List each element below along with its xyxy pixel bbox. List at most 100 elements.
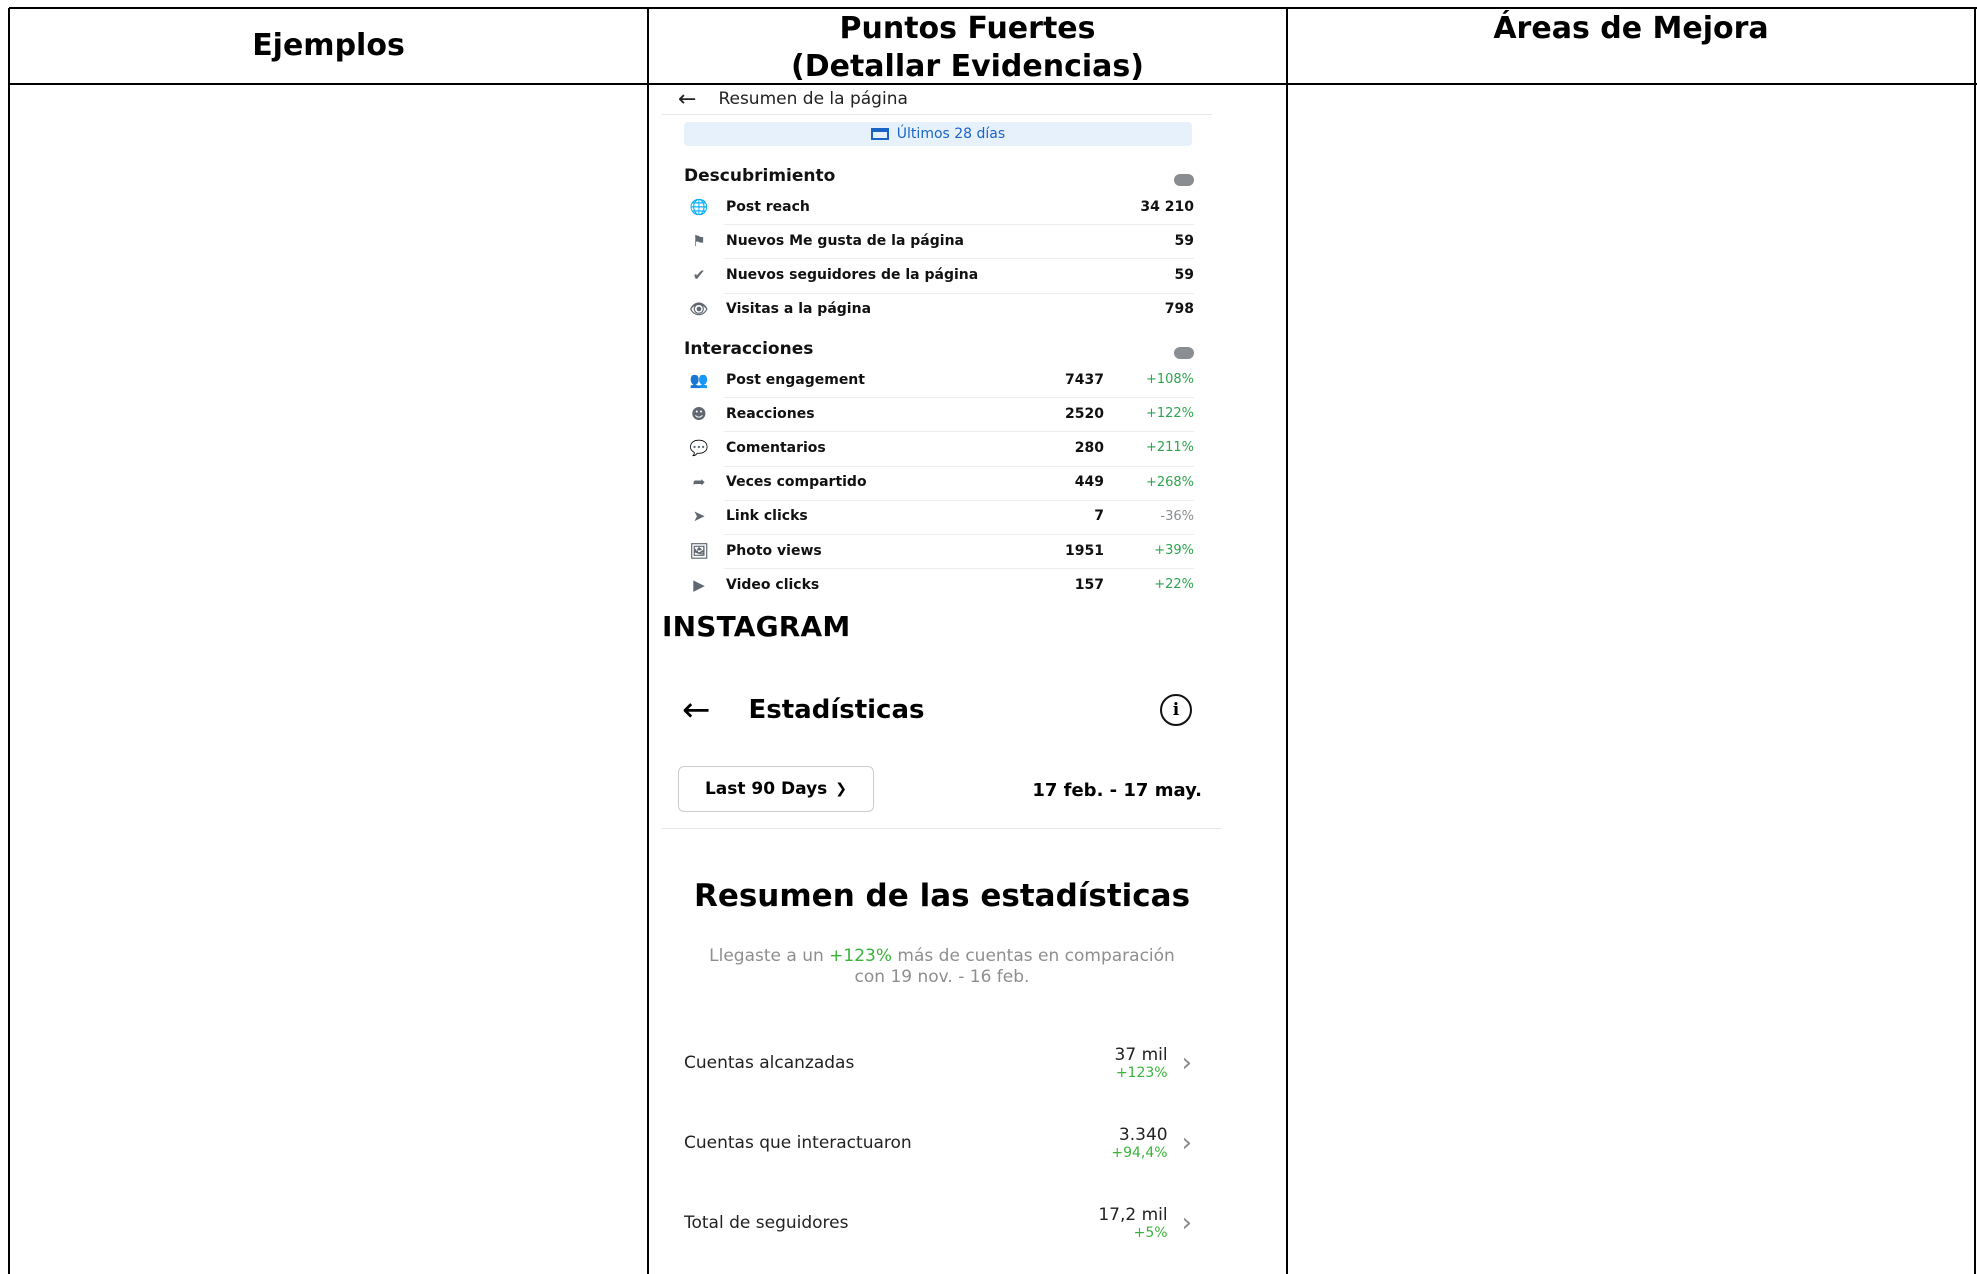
stat-change: +94,4% <box>1111 1145 1168 1161</box>
metric-value: 449 <box>1074 474 1104 491</box>
metric-label: Post engagement <box>726 371 865 388</box>
row-divider <box>724 534 1194 535</box>
metric-label: Veces compartido <box>726 474 867 491</box>
back-arrow-icon[interactable]: ← <box>678 87 696 112</box>
metric-row[interactable]: ☻ Reacciones 2520 +122% <box>684 397 1194 430</box>
chevron-right-icon[interactable]: › <box>1182 1048 1192 1078</box>
summary-pre: Llegaste a un <box>709 946 830 966</box>
metric-value: 7437 <box>1065 371 1104 388</box>
stat-change: +123% <box>1115 1065 1168 1081</box>
metric-label: Post reach <box>726 198 810 215</box>
stat-values: 37 mil +123% <box>1115 1045 1168 1081</box>
row-divider <box>724 465 1194 467</box>
comment-icon: 💬 <box>689 438 709 457</box>
column-divider-2 <box>1286 8 1288 1274</box>
stat-value: 3.340 <box>1118 1125 1168 1145</box>
summary-pct: +123% <box>829 946 893 966</box>
table-top-border <box>9 7 1977 9</box>
calendar-icon <box>870 128 889 140</box>
metric-label: Nuevos seguidores de la página <box>726 266 979 283</box>
chevron-right-icon[interactable]: › <box>1182 1128 1192 1158</box>
metric-change: +122% <box>1145 406 1194 422</box>
metric-value: 7 <box>1094 508 1104 525</box>
metric-row[interactable]: 👥 Post engagement 7437 +108% <box>684 363 1194 396</box>
globe-icon: 🌐 <box>689 197 709 216</box>
row-divider <box>724 397 1194 399</box>
metric-row[interactable]: 🌐 Post reach 34 210 <box>684 190 1194 223</box>
info-icon[interactable] <box>1174 174 1194 186</box>
metric-row[interactable]: ⚑ Nuevos Me gusta de la página 59 <box>684 224 1194 257</box>
follow-icon: ✔ <box>692 265 706 284</box>
header-puntos-fuertes-line2: (Detallar Evidencias) <box>791 49 1144 84</box>
chevron-right-icon[interactable]: › <box>1182 1208 1192 1238</box>
metric-value: 798 <box>1164 301 1194 318</box>
divider <box>662 828 1222 829</box>
table-right-border <box>1974 8 1976 1274</box>
header-ejemplos: Ejemplos <box>252 28 405 63</box>
date-range-button[interactable]: Últimos 28 días <box>684 122 1192 146</box>
metric-value: 59 <box>1174 232 1194 249</box>
instagram-label: INSTAGRAM <box>662 610 851 643</box>
period-dropdown[interactable]: Last 90 Days ❯ <box>678 766 874 812</box>
photo-icon: 🖼 <box>689 541 709 560</box>
metric-value: 1951 <box>1065 542 1104 559</box>
metric-label: Video clicks <box>726 576 820 593</box>
row-divider <box>724 292 1194 294</box>
row-divider <box>724 258 1194 260</box>
row-divider <box>724 568 1194 570</box>
divider <box>662 114 1212 115</box>
stat-change: +5% <box>1133 1225 1168 1241</box>
metric-row[interactable]: 👁 Visitas a la página 798 <box>684 292 1194 326</box>
info-icon[interactable]: i <box>1160 694 1192 726</box>
back-arrow-icon[interactable]: ← <box>682 693 711 727</box>
interactions-title: Interacciones <box>684 339 814 359</box>
metric-row[interactable]: ➤ Link clicks 7 -36% <box>684 499 1194 533</box>
cursor-icon: ➤ <box>692 507 706 526</box>
stat-value: 17,2 mil <box>1098 1205 1168 1225</box>
header-puntos-fuertes-line1: Puntos Fuertes <box>839 11 1096 46</box>
fb-page-title: Resumen de la página <box>718 89 908 109</box>
summary-post: más de cuentas en comparación <box>892 946 1175 966</box>
metric-row[interactable]: 💬 Comentarios 280 +211% <box>684 431 1194 464</box>
date-range-label: Últimos 28 días <box>896 126 1006 142</box>
metric-row[interactable]: ▶ Video clicks 157 +22% <box>684 568 1194 601</box>
stat-row[interactable]: Total de seguidores 17,2 mil +5% › <box>684 1198 1192 1248</box>
metric-change: +108% <box>1145 372 1194 387</box>
people-icon: 👥 <box>689 370 709 389</box>
header-puntos-fuertes: Puntos Fuertes (Detallar Evidencias) <box>649 10 1286 86</box>
date-range: 17 feb. - 17 may. <box>1032 780 1202 801</box>
share-icon: ➦ <box>692 473 706 492</box>
ig-title: Estadísticas <box>748 695 925 725</box>
stat-value: 37 mil <box>1114 1045 1168 1065</box>
ig-header: ← Estadísticas i <box>682 690 1192 730</box>
row-divider <box>724 224 1194 226</box>
header-areas-mejora: Áreas de Mejora <box>1493 11 1769 46</box>
facebook-insights-screenshot: ← Resumen de la página Últimos 28 días D… <box>662 86 1212 596</box>
summary-text: Llegaste a un +123% más de cuentas en co… <box>702 946 1182 988</box>
fb-header: ← Resumen de la página <box>678 86 908 112</box>
metric-row[interactable]: ✔ Nuevos seguidores de la página 59 <box>684 258 1194 291</box>
summary-line2: con 19 nov. - 16 feb. <box>854 967 1030 987</box>
stat-row[interactable]: Cuentas alcanzadas 37 mil +123% › <box>684 1038 1192 1088</box>
metric-change: -36% <box>1160 508 1194 524</box>
stat-row[interactable]: Cuentas que interactuaron 3.340 +94,4% › <box>684 1118 1192 1168</box>
eye-icon: 👁 <box>689 300 709 319</box>
metric-change: +22% <box>1154 577 1194 593</box>
metric-label: Photo views <box>726 542 822 559</box>
info-icon[interactable] <box>1174 347 1194 359</box>
metric-label: Nuevos Me gusta de la página <box>726 232 964 249</box>
metric-label: Visitas a la página <box>726 301 872 318</box>
metric-label: Reacciones <box>726 405 815 422</box>
table-left-border <box>8 8 10 1274</box>
metric-change: +39% <box>1154 543 1194 558</box>
metric-row[interactable]: ➦ Veces compartido 449 +268% <box>684 465 1194 499</box>
instagram-insights-screenshot: ← Estadísticas i Last 90 Days ❯ 17 feb. … <box>662 660 1222 1274</box>
flag-icon: ⚑ <box>692 231 706 250</box>
metric-value: 59 <box>1174 266 1194 283</box>
row-divider <box>724 499 1194 501</box>
metric-row[interactable]: 🖼 Photo views 1951 +39% <box>684 534 1194 567</box>
stat-label: Cuentas que interactuaron <box>684 1133 912 1153</box>
metric-value: 34 210 <box>1140 198 1194 215</box>
chevron-down-icon: ❯ <box>835 781 848 797</box>
metric-value: 280 <box>1074 439 1104 456</box>
